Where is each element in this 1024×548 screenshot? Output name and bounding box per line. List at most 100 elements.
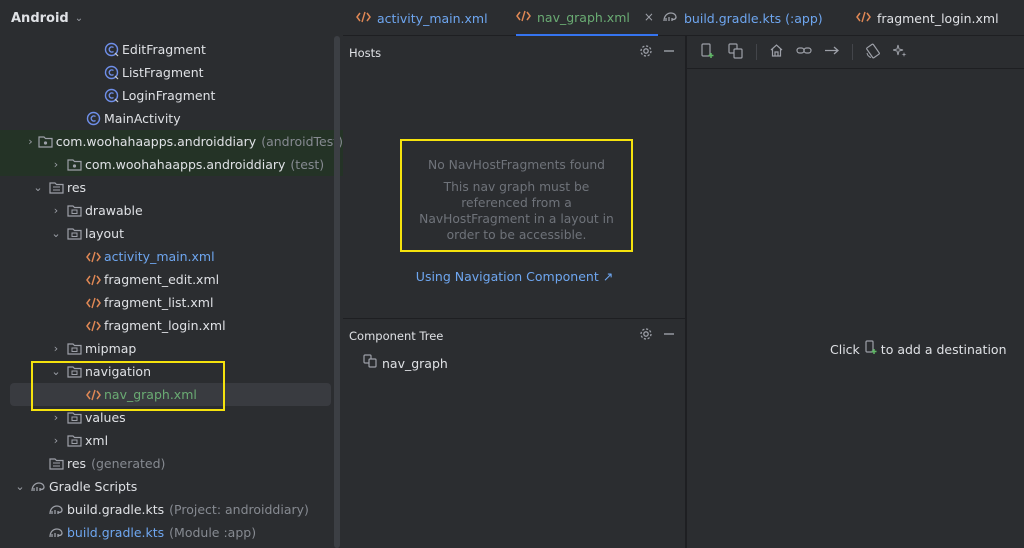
tree-item-layout[interactable]: ⌄ layout xyxy=(0,222,343,245)
empty-title: No NavHostFragments found xyxy=(428,158,605,172)
gear-icon[interactable] xyxy=(639,44,653,61)
gradle-icon xyxy=(30,479,46,495)
orientation-icon[interactable] xyxy=(865,43,881,62)
gear-icon[interactable] xyxy=(639,327,653,344)
tree-item-label: fragment_login.xml xyxy=(104,318,226,333)
tree-item-label: drawable xyxy=(85,203,143,218)
chevron-down-icon[interactable]: ⌄ xyxy=(50,227,62,240)
tree-item-label: Gradle Scripts xyxy=(49,479,138,494)
gradle-file-icon xyxy=(662,10,678,27)
tab-nav-graph[interactable]: nav_graph.xml × xyxy=(516,0,658,36)
tree-item-fragment-edit-xml[interactable]: fragment_edit.xml xyxy=(0,268,343,291)
tree-item-sublabel: (test) xyxy=(290,157,325,172)
xml-icon xyxy=(85,272,101,288)
tree-item-sublabel: (Module :app) xyxy=(169,525,257,540)
folder-icon xyxy=(66,433,82,449)
component-tree-panel: Component Tree nav_graph xyxy=(343,318,686,548)
class-icon xyxy=(103,42,119,58)
arrow-right-icon[interactable] xyxy=(824,43,840,61)
tree-item-listfragment[interactable]: ListFragment xyxy=(0,61,343,84)
tab-label: activity_main.xml xyxy=(377,10,488,26)
gradle-file-icon xyxy=(48,525,64,541)
tree-item-drawable[interactable]: › drawable xyxy=(0,199,343,222)
close-icon[interactable]: × xyxy=(644,10,654,24)
gradle-file-icon xyxy=(48,502,64,518)
tree-item-label: res xyxy=(67,456,87,471)
folder-icon xyxy=(66,341,82,357)
tree-item-sublabel: (generated) xyxy=(91,456,166,471)
tree-item-com-woohahaapps-androiddiary[interactable]: › com.woohahaapps.androiddiary (androidTes… xyxy=(0,130,343,153)
empty-line: This nav graph must be xyxy=(443,180,590,194)
project-scrollbar[interactable] xyxy=(334,36,340,548)
tree-item-label: build.gradle.kts xyxy=(67,525,165,540)
res-folder-icon xyxy=(48,456,64,472)
chevron-right-icon[interactable]: › xyxy=(50,342,62,355)
activity-icon xyxy=(85,111,101,127)
link-icon[interactable] xyxy=(796,43,812,61)
tree-item-build-gradle-kts[interactable]: build.gradle.kts (Project: androiddiary) xyxy=(0,498,343,521)
xml-icon xyxy=(856,11,871,26)
sparkle-icon[interactable] xyxy=(892,44,907,61)
hosts-header: Hosts xyxy=(343,36,685,69)
class-icon xyxy=(103,88,119,104)
tree-item-label: EditFragment xyxy=(122,42,206,57)
tree-item-com-woohahaapps-androiddiary[interactable]: › com.woohahaapps.androiddiary (test) xyxy=(0,153,343,176)
hosts-panel: Hosts No NavHostFragments found This nav… xyxy=(343,36,686,318)
tree-item-label: com.woohahaapps.androiddiary xyxy=(85,157,286,172)
hint-text: to add a destination xyxy=(880,341,1007,357)
navigation-component-link[interactable]: Using Navigation Component ↗ xyxy=(343,269,686,284)
component-tree-item[interactable]: nav_graph xyxy=(363,353,448,373)
design-toolbar xyxy=(687,36,1024,69)
tab-label: nav_graph.xml xyxy=(537,9,630,25)
folder-icon xyxy=(66,203,82,219)
nested-graph-icon[interactable] xyxy=(728,42,744,62)
highlight-box-navigation xyxy=(31,361,225,411)
tree-item-xml[interactable]: › xml xyxy=(0,429,343,452)
chevron-right-icon[interactable]: › xyxy=(50,204,62,217)
tab-fragment-login[interactable]: fragment_login.xml xyxy=(856,0,999,36)
tree-item-label: LoginFragment xyxy=(122,88,216,103)
new-destination-icon[interactable] xyxy=(864,340,878,358)
tree-item-activity-main-xml[interactable]: activity_main.xml xyxy=(0,245,343,268)
tab-label: fragment_login.xml xyxy=(877,10,999,26)
tree-item-label: fragment_list.xml xyxy=(104,295,214,310)
xml-icon xyxy=(85,249,101,265)
project-view-selector[interactable]: Android ⌄ xyxy=(0,0,343,36)
tree-item-editfragment[interactable]: EditFragment xyxy=(0,38,343,61)
chevron-right-icon[interactable]: › xyxy=(50,158,62,171)
tree-item-sublabel: (Project: androiddiary) xyxy=(169,502,309,517)
minimize-icon[interactable] xyxy=(663,45,675,60)
add-destination-hint: Click to add a destination xyxy=(687,340,1024,358)
tab-build-gradle[interactable]: build.gradle.kts (:app) xyxy=(662,0,823,36)
res-folder-icon xyxy=(48,180,64,196)
tab-activity-main[interactable]: activity_main.xml xyxy=(356,0,488,36)
chevron-down-icon[interactable]: ⌄ xyxy=(14,480,26,493)
chevron-right-icon[interactable]: › xyxy=(50,411,62,424)
tree-item-mipmap[interactable]: › mipmap xyxy=(0,337,343,360)
project-view-title: Android xyxy=(11,10,69,26)
home-icon[interactable] xyxy=(769,43,784,61)
tree-item-gradle-scripts[interactable]: ⌄ Gradle Scripts xyxy=(0,475,343,498)
tab-label: build.gradle.kts (:app) xyxy=(684,10,823,26)
tree-item-label: fragment_edit.xml xyxy=(104,272,220,287)
chevron-right-icon[interactable]: › xyxy=(27,135,34,148)
xml-icon xyxy=(85,318,101,334)
tree-item-label: values xyxy=(85,410,126,425)
design-surface[interactable]: Click to add a destination xyxy=(687,36,1024,548)
empty-line: referenced from a xyxy=(461,196,572,210)
tree-item-fragment-login-xml[interactable]: fragment_login.xml xyxy=(0,314,343,337)
tree-item-build-gradle-kts[interactable]: build.gradle.kts (Module :app) xyxy=(0,521,343,544)
chevron-down-icon[interactable]: ⌄ xyxy=(32,181,44,194)
tree-item-res[interactable]: res (generated) xyxy=(0,452,343,475)
xml-icon xyxy=(516,10,531,25)
tree-item-label: xml xyxy=(85,433,109,448)
tree-item-fragment-list-xml[interactable]: fragment_list.xml xyxy=(0,291,343,314)
tree-item-loginfragment[interactable]: LoginFragment xyxy=(0,84,343,107)
minimize-icon[interactable] xyxy=(663,328,675,343)
new-destination-icon[interactable] xyxy=(700,42,716,62)
project-panel: Android ⌄ EditFragment ListFragment LoginF… xyxy=(0,0,343,548)
tree-item-mainactivity[interactable]: MainActivity xyxy=(0,107,343,130)
chevron-right-icon[interactable]: › xyxy=(50,434,62,447)
package-icon xyxy=(38,134,53,150)
tree-item-res[interactable]: ⌄ res xyxy=(0,176,343,199)
